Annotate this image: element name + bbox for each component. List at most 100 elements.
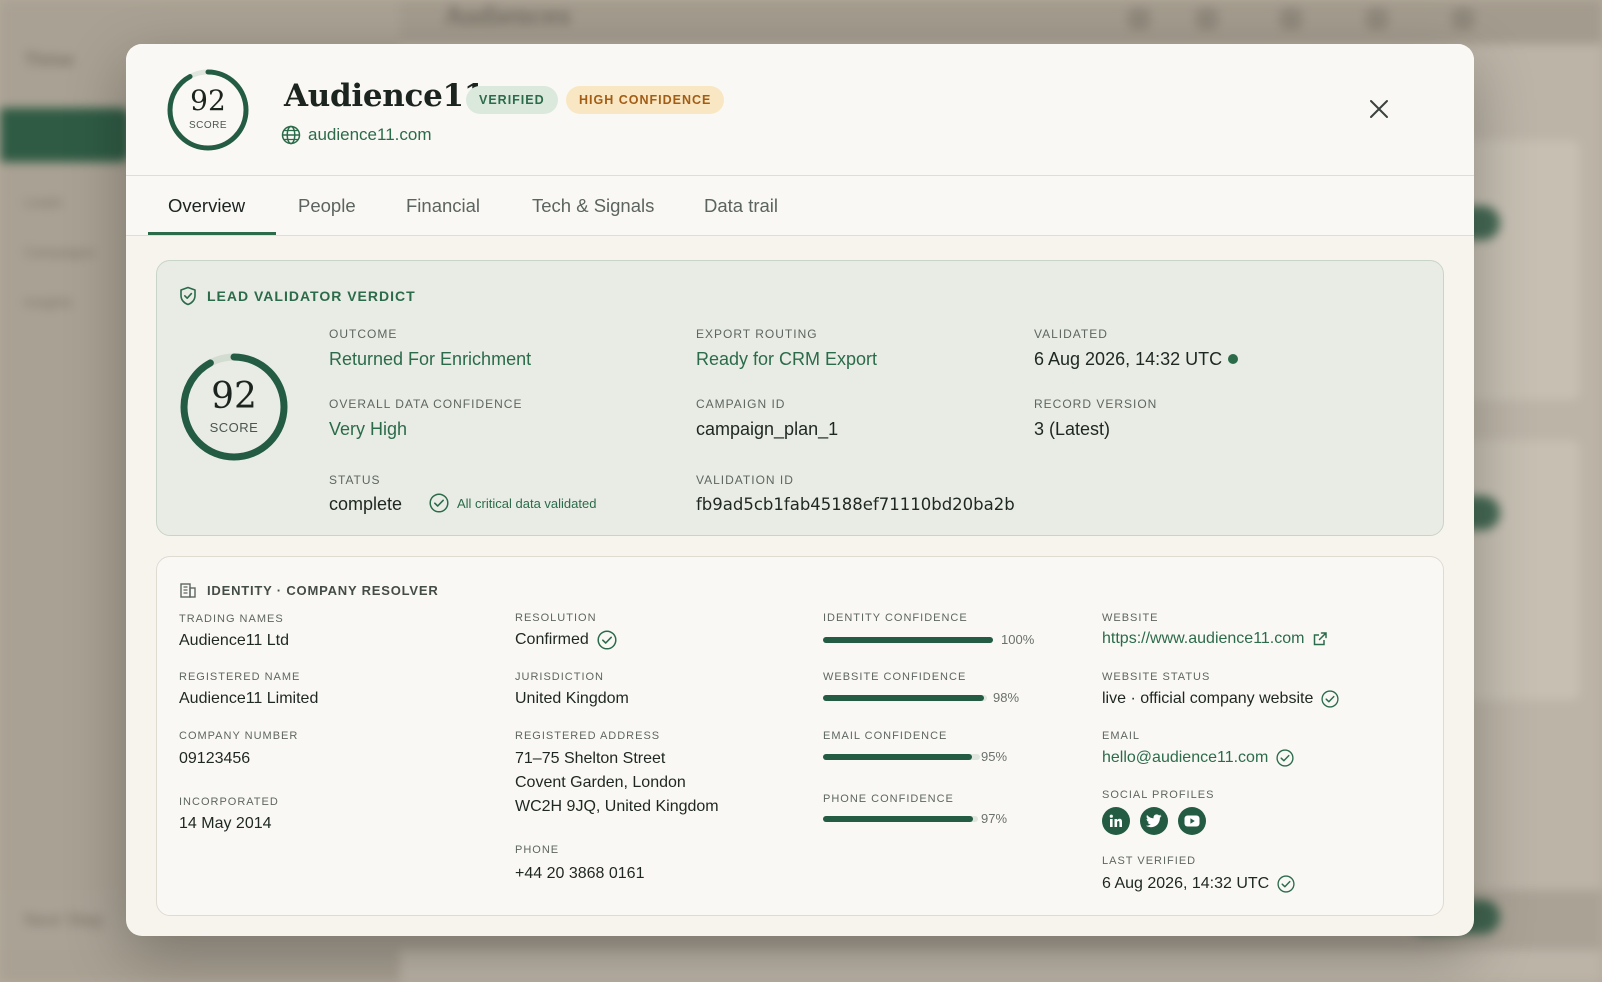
email-confidence-pct: 95%: [981, 749, 1008, 764]
bar-fill: [823, 695, 984, 701]
outcome-value: Returned For Enrichment: [329, 349, 532, 369]
registered-name-value: Audience11 Limited: [179, 690, 319, 707]
header-score-label: SCORE: [188, 120, 228, 131]
email-text: hello@audience11.com: [1102, 749, 1269, 766]
close-icon: [1370, 100, 1388, 118]
identity-title-text: IDENTITY · COMPANY RESOLVER: [207, 582, 439, 598]
background-icon: [1280, 8, 1302, 30]
check-circle-icon: [1321, 690, 1339, 708]
bar-fill: [823, 816, 974, 822]
background-icon: [1366, 8, 1388, 30]
incorporated-value: 14 May 2014: [179, 815, 272, 832]
identity-card-title: IDENTITY · COMPANY RESOLVER: [179, 581, 439, 599]
tab-bar: Overview People Financial Tech & Signals…: [126, 176, 1474, 236]
background-nav-item: Campaigns: [24, 244, 95, 260]
phone-label: PHONE: [515, 844, 560, 856]
twitter-button[interactable]: [1140, 807, 1168, 835]
incorporated-label: INCORPORATED: [179, 796, 279, 808]
tab-people[interactable]: People: [298, 176, 356, 236]
status-dot: [1228, 354, 1239, 364]
trading-names-value: Audience11 Ltd: [179, 632, 290, 649]
check-circle-icon: [429, 493, 449, 513]
linkedin-button[interactable]: [1102, 807, 1130, 835]
background-topbar: [400, 0, 1602, 44]
status-label: STATUS: [329, 473, 381, 487]
background-icon: [1452, 8, 1474, 30]
last-verified-text: 6 Aug 2026, 14:32 UTC: [1102, 875, 1270, 892]
external-link-icon: [1314, 632, 1328, 646]
website-status-text: live · official company website: [1102, 690, 1314, 707]
resolution-value: Confirmed: [515, 628, 617, 652]
address-line-1: 71–75 Shelton Street: [515, 750, 666, 767]
export-routing-label: EXPORT ROUTING: [696, 327, 818, 341]
record-version-label: RECORD VERSION: [1034, 397, 1158, 411]
domain-link[interactable]: audience11.com: [281, 125, 432, 145]
website-confidence-pct: 98%: [993, 690, 1020, 705]
verdict-card-title: LEAD VALIDATOR VERDICT: [179, 286, 416, 306]
background-title: Audiences: [445, 2, 571, 30]
lead-validator-verdict-card: LEAD VALIDATOR VERDICT 92 SCORE OUTCOME …: [156, 260, 1444, 536]
website-link[interactable]: https://www.audience11.com: [1102, 627, 1328, 651]
high-confidence-badge: HIGH CONFIDENCE: [566, 86, 725, 114]
address-line-2: Covent Garden, London: [515, 774, 686, 791]
twitter-icon: [1146, 814, 1162, 828]
linkedin-icon: [1109, 814, 1122, 827]
status-note-text: All critical data validated: [457, 495, 597, 511]
jurisdiction-label: JURISDICTION: [515, 671, 604, 683]
shield-check-icon: [180, 286, 196, 306]
registered-address-label: REGISTERED ADDRESS: [515, 730, 661, 742]
bar-fill: [823, 754, 973, 760]
header-score-value: 92: [190, 84, 226, 117]
last-verified-value: 6 Aug 2026, 14:32 UTC: [1102, 872, 1295, 896]
verified-badge: VERIFIED: [466, 86, 558, 114]
company-detail-modal: 92 SCORE Audience11 VERIFIED HIGH CONFID…: [126, 44, 1474, 936]
tab-financial[interactable]: Financial: [406, 176, 480, 236]
validated-label: VALIDATED: [1034, 327, 1108, 341]
company-number-label: COMPANY NUMBER: [179, 730, 299, 742]
email-confidence-bar: [823, 754, 980, 760]
check-circle-icon: [597, 630, 617, 650]
email-link[interactable]: hello@audience11.com: [1102, 746, 1294, 770]
status-value: complete: [329, 494, 403, 514]
website-status-value: live · official company website: [1102, 687, 1339, 711]
jurisdiction-value: United Kingdom: [515, 690, 629, 707]
identity-confidence-bar: [823, 637, 993, 643]
validated-timestamp: 6 Aug 2026, 14:32 UTC: [1034, 349, 1223, 369]
close-button[interactable]: [1362, 92, 1396, 126]
validation-id-label: VALIDATION ID: [696, 473, 794, 487]
check-circle-icon: [1277, 875, 1295, 893]
background-card: [1460, 440, 1580, 700]
phone-confidence-label: PHONE CONFIDENCE: [823, 793, 954, 805]
domain-text: audience11.com: [308, 125, 432, 144]
tab-data-trail[interactable]: Data trail: [704, 176, 778, 236]
company-number-value: 09123456: [179, 750, 251, 767]
background-brand: Thrive: [24, 50, 75, 70]
verdict-score-value: 92: [211, 376, 257, 417]
youtube-button[interactable]: [1178, 807, 1206, 835]
overall-confidence-label: OVERALL DATA CONFIDENCE: [329, 397, 523, 411]
phone-confidence-bar: [823, 816, 978, 822]
resolution-text: Confirmed: [515, 631, 589, 648]
email-label: EMAIL: [1102, 730, 1141, 742]
active-tab-indicator: [148, 232, 276, 235]
tab-overview[interactable]: Overview: [168, 176, 245, 236]
tab-tech-signals[interactable]: Tech & Signals: [532, 176, 654, 236]
campaign-id-value: campaign_plan_1: [696, 419, 839, 439]
export-routing-value: Ready for CRM Export: [696, 349, 878, 369]
phone-confidence-pct: 97%: [981, 811, 1008, 826]
identity-confidence-label: IDENTITY CONFIDENCE: [823, 612, 968, 624]
social-profiles-label: SOCIAL PROFILES: [1102, 789, 1215, 801]
website-confidence-bar: [823, 695, 987, 701]
validation-id-value: fb9ad5cb1fab45188ef71110bd20ba2b: [696, 495, 1015, 514]
header-score-ring: 92 SCORE: [166, 68, 250, 152]
background-bottom-text: Next Step: [24, 910, 104, 930]
email-confidence-label: EMAIL CONFIDENCE: [823, 730, 948, 742]
campaign-id-label: CAMPAIGN ID: [696, 397, 786, 411]
status-note: All critical data validated: [429, 493, 596, 513]
verdict-title-text: LEAD VALIDATOR VERDICT: [207, 288, 416, 304]
registered-name-label: REGISTERED NAME: [179, 671, 301, 683]
trading-names-label: TRADING NAMES: [179, 613, 284, 625]
building-icon: [180, 583, 196, 598]
youtube-icon: [1184, 815, 1200, 827]
background-card: [1460, 140, 1580, 400]
